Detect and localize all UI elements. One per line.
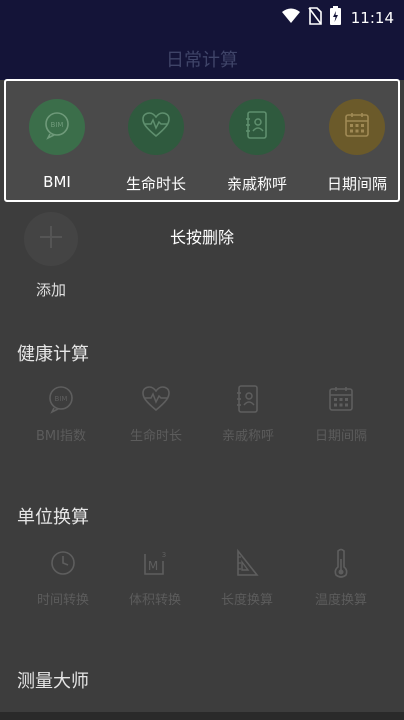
favorite-label: BMI [43, 173, 71, 191]
tool-temperature-convert[interactable]: 温度换算 [291, 545, 391, 608]
svg-text:3: 3 [162, 551, 166, 559]
volume-icon: M3 [137, 545, 173, 581]
favorite-icon-circle [329, 99, 385, 155]
tool-length-convert[interactable]: 长度换算 [197, 545, 297, 608]
tool-label: BMI指数 [36, 429, 86, 444]
contacts-icon [245, 110, 269, 144]
favorite-item-relatives[interactable]: 亲戚称呼 [222, 99, 292, 195]
add-button[interactable] [24, 212, 78, 266]
tool-label: 体积转换 [128, 593, 181, 608]
tool-label: 生命时长 [129, 429, 182, 444]
favorite-label: 亲戚称呼 [226, 175, 287, 193]
svg-text:BIM: BIM [51, 121, 64, 129]
battery-charging-icon [329, 6, 341, 29]
tool-bmi[interactable]: BIM BMI指数 [11, 381, 111, 444]
favorite-label: 生命时长 [125, 175, 186, 193]
section-title-measure: 测量大师 [17, 671, 89, 692]
tool-label: 日期间隔 [314, 429, 367, 444]
clock-icon [45, 545, 81, 581]
plus-icon [37, 223, 65, 255]
heart-pulse-icon [141, 111, 171, 143]
status-icons: 11:14 [281, 6, 394, 29]
favorite-item-bmi[interactable]: BIM BMI [22, 99, 92, 195]
favorite-label: 日期间隔 [326, 175, 387, 193]
tool-label: 时间转换 [36, 593, 89, 608]
heart-pulse-icon [138, 381, 174, 417]
thermometer-icon [323, 545, 359, 581]
favorite-item-date-interval[interactable]: 日期间隔 [322, 99, 392, 195]
tool-time-convert[interactable]: 时间转换 [13, 545, 113, 608]
section-title-units: 单位换算 [17, 507, 89, 528]
svg-text:BIM: BIM [55, 395, 68, 403]
tool-label: 亲戚称呼 [221, 429, 274, 444]
wifi-icon [281, 8, 300, 28]
page-title: 日常计算 [166, 50, 238, 71]
bmi-icon: BIM [43, 381, 79, 417]
status-bar: 11:14 [0, 0, 404, 34]
no-sim-icon [308, 6, 322, 29]
tool-volume-convert[interactable]: M3 体积转换 [105, 545, 205, 608]
calendar-icon [343, 111, 371, 143]
tool-relatives[interactable]: 亲戚称呼 [198, 381, 298, 444]
tool-label: 温度换算 [314, 593, 367, 608]
calendar-icon [323, 381, 359, 417]
favorite-icon-circle [229, 99, 285, 155]
status-time: 11:14 [350, 8, 394, 27]
favorites-panel: BIM BMI 生命时长 亲戚称呼 日期间隔 [4, 79, 400, 202]
favorite-icon-circle: BIM [29, 99, 85, 155]
tool-date-interval[interactable]: 日期间隔 [291, 381, 391, 444]
tool-label: 长度换算 [220, 593, 273, 608]
bottom-edge [0, 712, 404, 720]
bmi-icon: BIM [42, 110, 72, 144]
svg-text:M: M [148, 559, 158, 573]
app-bar: 日常计算 [0, 34, 404, 80]
contacts-icon [230, 381, 266, 417]
add-label: 添加 [36, 281, 67, 299]
ruler-triangle-icon [229, 545, 265, 581]
tool-lifespan[interactable]: 生命时长 [106, 381, 206, 444]
favorite-icon-circle [128, 99, 184, 155]
section-title-health: 健康计算 [17, 344, 89, 365]
favorite-item-lifespan[interactable]: 生命时长 [121, 99, 191, 195]
